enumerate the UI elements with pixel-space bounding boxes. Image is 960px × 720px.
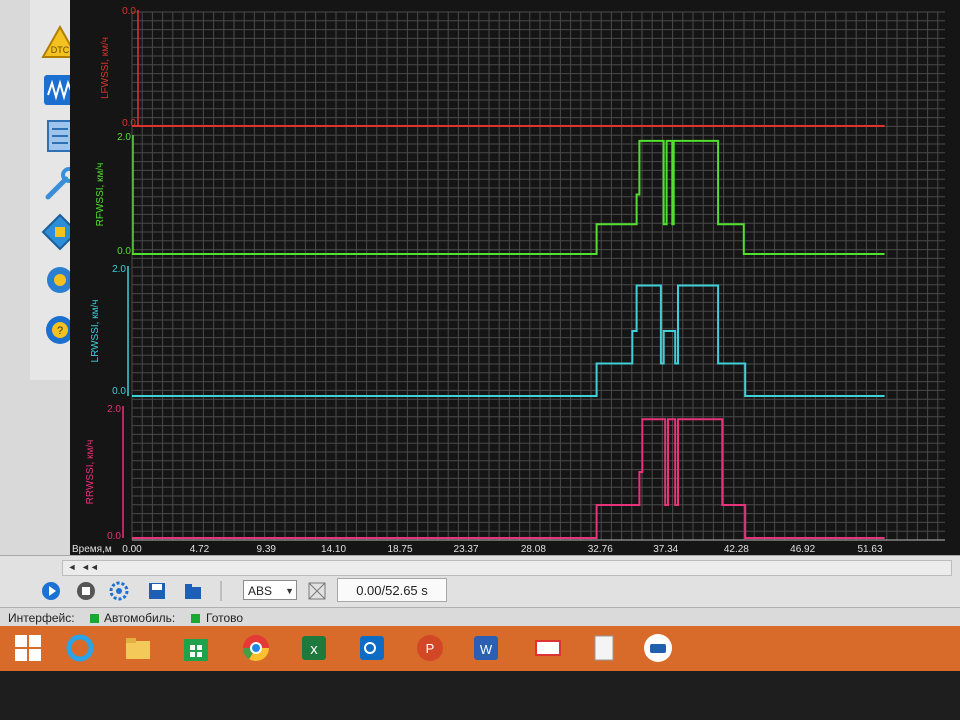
taskbar-explorer[interactable] [120,630,156,666]
play-button[interactable] [40,580,62,602]
scale-icon [308,582,326,600]
x-tick-label: 42.28 [724,544,749,555]
mode-select[interactable]: ABS ▼ [243,580,297,600]
powerpoint-icon: P [417,635,443,661]
folder-icon [185,584,201,599]
y-tick-label: 0.0 [122,118,136,129]
app-window-icon [535,640,561,656]
screen: DTC ? 0.0 0.0 LFWSSI, км/ч 2.0 0.0 RFWSS… [0,0,960,695]
outlook-icon [360,636,384,660]
taskbar-notepad[interactable] [586,630,622,666]
x-axis-label: Время,м [72,544,112,555]
open-button[interactable] [182,580,204,602]
windows-start-icon [15,635,41,661]
config-button[interactable] [108,580,130,602]
x-tick-label: 0.00 [122,544,142,555]
x-tick-label: 9.39 [256,544,276,555]
store-icon [184,639,208,661]
x-tick-label: 37.34 [653,544,678,555]
interface-status-indicator [90,614,99,623]
interface-label: Интерфейс: [8,611,75,625]
horizontal-scrollbar[interactable]: ◄ ◄◄ [62,560,952,576]
mode-select-value: ABS [248,584,273,598]
y-tick-label: 0.0 [117,246,131,257]
svg-text:W: W [480,642,493,657]
notepad-icon [594,635,614,661]
series-label: RRWSSI, км/ч [85,440,96,505]
play-icon [42,582,60,600]
x-tick-label: 23.37 [454,544,479,555]
chart-area: 0.0 0.0 LFWSSI, км/ч 2.0 0.0 RFWSSI, км/ч 2.0 0… [70,0,960,555]
save-icon [149,583,165,599]
taskbar-outlook[interactable] [354,630,390,666]
diagnostic-app-icon [644,634,672,662]
x-tick-label: 14.10 [321,544,346,555]
y-tick-label: 2.0 [107,404,121,415]
svg-text:x: x [310,641,318,658]
ready-label: Готово [206,611,244,625]
scroll-first-icon[interactable]: ◄◄ [81,562,99,573]
y-tick-label: 0.0 [107,531,121,542]
x-tick-label: 28.08 [521,544,546,555]
dtc-label: DTC [51,45,70,55]
word-icon: W [474,636,498,660]
taskbar-excel[interactable]: x [296,630,332,666]
taskbar-app-window[interactable] [530,630,566,666]
svg-text:P: P [426,641,435,656]
stop-button[interactable] [75,580,97,602]
series-label: LFWSSI, км/ч [100,37,111,99]
taskbar-powerpoint[interactable]: P [412,630,448,666]
internet-explorer-icon [66,634,94,662]
taskbar-word[interactable]: W [468,630,504,666]
svg-text:?: ? [57,325,63,337]
windows-start-button[interactable] [10,630,46,666]
file-explorer-icon [126,638,150,659]
series-label: LRWSSI, км/ч [90,300,101,363]
y-tick-label: 2.0 [117,132,131,143]
car-label: Автомобиль: [104,611,176,625]
gear-icon [109,581,129,601]
x-tick-label: 4.72 [190,544,210,555]
sensor-chart: 0.0 0.0 LFWSSI, км/ч 2.0 0.0 RFWSSI, км/ч 2.0 0… [72,6,945,555]
x-tick-label: 51.63 [857,544,882,555]
x-tick-label: 18.75 [387,544,412,555]
taskbar-diagnostic-app[interactable] [640,630,676,666]
taskbar-store[interactable] [178,630,214,666]
series-label: RFWSSI, км/ч [95,163,106,227]
taskbar-chrome[interactable] [238,630,274,666]
y-tick-label: 0.0 [112,386,126,397]
status-bar: Интерфейс: Автомобиль: Готово [0,607,960,628]
chrome-icon [242,635,270,662]
y-tick-label: 0.0 [122,6,136,17]
chevron-down-icon: ▼ [285,586,294,596]
excel-icon: x [302,636,326,660]
scale-button[interactable] [306,580,328,602]
monitor-bezel [0,671,960,720]
x-tick-label: 32.76 [588,544,613,555]
car-status-indicator [191,614,200,623]
x-tick-label: 46.92 [790,544,815,555]
toolbar-separator [210,580,232,602]
time-readout: 0.00/52.65 s [337,578,447,602]
series-line [132,139,885,255]
taskbar-ie[interactable] [62,630,98,666]
y-tick-label: 2.0 [112,264,126,275]
stop-icon [77,582,95,600]
scroll-left-icon[interactable]: ◄ [65,562,79,573]
windows-taskbar: x P W [0,626,960,671]
save-button[interactable] [146,580,168,602]
